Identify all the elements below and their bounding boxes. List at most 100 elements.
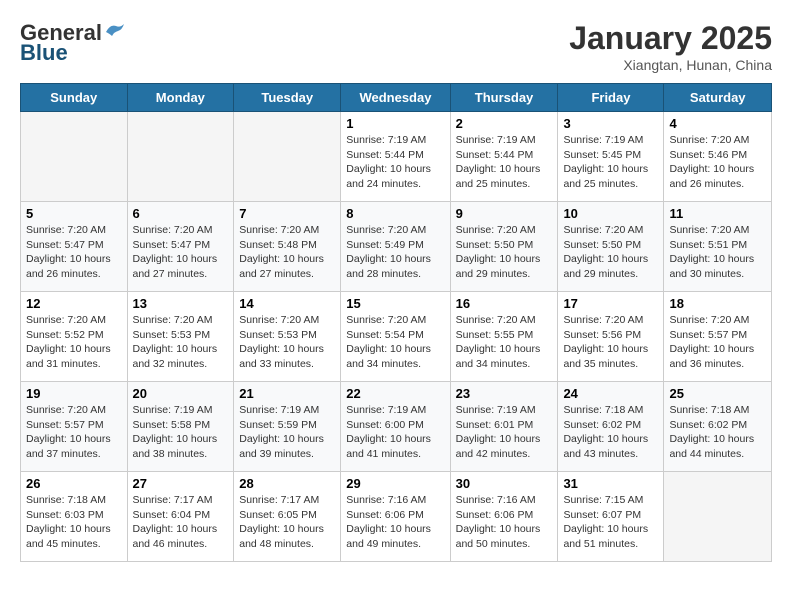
calendar-cell: 20 Sunrise: 7:19 AMSunset: 5:58 PMDayligh…: [127, 382, 234, 472]
weekday-header-row: SundayMondayTuesdayWednesdayThursdayFrid…: [21, 84, 772, 112]
day-number: 5: [26, 206, 122, 221]
calendar-cell: 30Sunrise: 7:16 AMSunset: 6:06 PMDayligh…: [450, 472, 558, 562]
calendar-cell: 29 Sunrise: 7:16 AMSunset: 6:06 PMDayligh…: [341, 472, 450, 562]
day-number: 2: [456, 116, 553, 131]
calendar-cell: 18Sunrise: 7:20 AMSunset: 5:57 PMDayligh…: [664, 292, 772, 382]
day-info: Sunrise: 7:20 AMSunset: 5:46 PMDaylight:…: [669, 133, 766, 192]
day-number: 31: [563, 476, 658, 491]
calendar-cell: 5 Sunrise: 7:20 AMSunset: 5:47 PMDaylight…: [21, 202, 128, 292]
calendar-cell: 23 Sunrise: 7:19 AMSunset: 6:01 PMDayligh…: [450, 382, 558, 472]
day-number: 8: [346, 206, 444, 221]
day-number: 23: [456, 386, 553, 401]
day-number: 13: [133, 296, 229, 311]
day-info: Sunrise: 7:20 AMSunset: 5:57 PMDaylight:…: [26, 403, 122, 462]
day-info: Sunrise: 7:20 AMSunset: 5:55 PMDaylight:…: [456, 313, 553, 372]
day-info: Sunrise: 7:20 AMSunset: 5:57 PMDaylight:…: [669, 313, 766, 372]
day-info: Sunrise: 7:20 AMSunset: 5:50 PMDaylight:…: [563, 223, 658, 282]
day-info: Sunrise: 7:20 AMSunset: 5:49 PMDaylight:…: [346, 223, 444, 282]
calendar-week-4: 19 Sunrise: 7:20 AMSunset: 5:57 PMDayligh…: [21, 382, 772, 472]
day-number: 26: [26, 476, 122, 491]
calendar-cell: 26 Sunrise: 7:18 AMSunset: 6:03 PMDayligh…: [21, 472, 128, 562]
weekday-header-monday: Monday: [127, 84, 234, 112]
day-number: 10: [563, 206, 658, 221]
day-info: Sunrise: 7:20 AMSunset: 5:54 PMDaylight:…: [346, 313, 444, 372]
day-info: Sunrise: 7:19 AMSunset: 5:44 PMDaylight:…: [346, 133, 444, 192]
day-info: Sunrise: 7:20 AMSunset: 5:50 PMDaylight:…: [456, 223, 553, 282]
day-number: 9: [456, 206, 553, 221]
calendar-cell: 8 Sunrise: 7:20 AMSunset: 5:49 PMDaylight…: [341, 202, 450, 292]
day-info: Sunrise: 7:16 AMSunset: 6:06 PMDaylight:…: [346, 493, 444, 552]
day-info: Sunrise: 7:20 AMSunset: 5:56 PMDaylight:…: [563, 313, 658, 372]
calendar-cell: 13 Sunrise: 7:20 AMSunset: 5:53 PMDayligh…: [127, 292, 234, 382]
calendar-cell: 15 Sunrise: 7:20 AMSunset: 5:54 PMDayligh…: [341, 292, 450, 382]
calendar-week-5: 26 Sunrise: 7:18 AMSunset: 6:03 PMDayligh…: [21, 472, 772, 562]
weekday-header-saturday: Saturday: [664, 84, 772, 112]
calendar-cell: [664, 472, 772, 562]
day-number: 16: [456, 296, 553, 311]
day-number: 11: [669, 206, 766, 221]
day-number: 20: [133, 386, 229, 401]
day-number: 6: [133, 206, 229, 221]
calendar-cell: 6 Sunrise: 7:20 AMSunset: 5:47 PMDaylight…: [127, 202, 234, 292]
day-info: Sunrise: 7:17 AMSunset: 6:05 PMDaylight:…: [239, 493, 335, 552]
day-info: Sunrise: 7:18 AMSunset: 6:03 PMDaylight:…: [26, 493, 122, 552]
calendar-cell: 9 Sunrise: 7:20 AMSunset: 5:50 PMDaylight…: [450, 202, 558, 292]
calendar-week-3: 12Sunrise: 7:20 AMSunset: 5:52 PMDayligh…: [21, 292, 772, 382]
calendar-cell: [127, 112, 234, 202]
day-info: Sunrise: 7:20 AMSunset: 5:48 PMDaylight:…: [239, 223, 335, 282]
day-info: Sunrise: 7:20 AMSunset: 5:53 PMDaylight:…: [133, 313, 229, 372]
calendar-week-1: 1 Sunrise: 7:19 AMSunset: 5:44 PMDaylight…: [21, 112, 772, 202]
day-number: 24: [563, 386, 658, 401]
calendar-cell: 2 Sunrise: 7:19 AMSunset: 5:44 PMDaylight…: [450, 112, 558, 202]
day-info: Sunrise: 7:19 AMSunset: 5:58 PMDaylight:…: [133, 403, 229, 462]
day-info: Sunrise: 7:19 AMSunset: 5:45 PMDaylight:…: [563, 133, 658, 192]
calendar-week-2: 5 Sunrise: 7:20 AMSunset: 5:47 PMDaylight…: [21, 202, 772, 292]
day-number: 7: [239, 206, 335, 221]
day-number: 17: [563, 296, 658, 311]
day-info: Sunrise: 7:19 AMSunset: 6:00 PMDaylight:…: [346, 403, 444, 462]
calendar-cell: [21, 112, 128, 202]
day-number: 19: [26, 386, 122, 401]
calendar-table: SundayMondayTuesdayWednesdayThursdayFrid…: [20, 83, 772, 562]
calendar-cell: 27Sunrise: 7:17 AMSunset: 6:04 PMDayligh…: [127, 472, 234, 562]
location-subtitle: Xiangtan, Hunan, China: [569, 57, 772, 73]
day-info: Sunrise: 7:20 AMSunset: 5:47 PMDaylight:…: [26, 223, 122, 282]
calendar-cell: 1 Sunrise: 7:19 AMSunset: 5:44 PMDaylight…: [341, 112, 450, 202]
day-info: Sunrise: 7:19 AMSunset: 6:01 PMDaylight:…: [456, 403, 553, 462]
calendar-cell: 17 Sunrise: 7:20 AMSunset: 5:56 PMDayligh…: [558, 292, 664, 382]
day-info: Sunrise: 7:20 AMSunset: 5:52 PMDaylight:…: [26, 313, 122, 372]
day-info: Sunrise: 7:17 AMSunset: 6:04 PMDaylight:…: [133, 493, 229, 552]
weekday-header-sunday: Sunday: [21, 84, 128, 112]
day-number: 4: [669, 116, 766, 131]
day-number: 29: [346, 476, 444, 491]
calendar-cell: 10 Sunrise: 7:20 AMSunset: 5:50 PMDayligh…: [558, 202, 664, 292]
calendar-cell: 24 Sunrise: 7:18 AMSunset: 6:02 PMDayligh…: [558, 382, 664, 472]
day-info: Sunrise: 7:20 AMSunset: 5:47 PMDaylight:…: [133, 223, 229, 282]
calendar-cell: 7 Sunrise: 7:20 AMSunset: 5:48 PMDaylight…: [234, 202, 341, 292]
day-info: Sunrise: 7:20 AMSunset: 5:53 PMDaylight:…: [239, 313, 335, 372]
day-number: 15: [346, 296, 444, 311]
day-number: 1: [346, 116, 444, 131]
day-number: 21: [239, 386, 335, 401]
day-number: 22: [346, 386, 444, 401]
weekday-header-tuesday: Tuesday: [234, 84, 341, 112]
calendar-cell: 21Sunrise: 7:19 AMSunset: 5:59 PMDayligh…: [234, 382, 341, 472]
day-number: 30: [456, 476, 553, 491]
day-info: Sunrise: 7:18 AMSunset: 6:02 PMDaylight:…: [669, 403, 766, 462]
day-info: Sunrise: 7:19 AMSunset: 5:44 PMDaylight:…: [456, 133, 553, 192]
calendar-cell: [234, 112, 341, 202]
day-number: 25: [669, 386, 766, 401]
day-number: 28: [239, 476, 335, 491]
logo-blue-text: Blue: [20, 40, 68, 66]
calendar-cell: 4 Sunrise: 7:20 AMSunset: 5:46 PMDaylight…: [664, 112, 772, 202]
month-title: January 2025: [569, 20, 772, 57]
calendar-cell: 31Sunrise: 7:15 AMSunset: 6:07 PMDayligh…: [558, 472, 664, 562]
weekday-header-thursday: Thursday: [450, 84, 558, 112]
weekday-header-friday: Friday: [558, 84, 664, 112]
calendar-cell: 16 Sunrise: 7:20 AMSunset: 5:55 PMDayligh…: [450, 292, 558, 382]
calendar-cell: 11Sunrise: 7:20 AMSunset: 5:51 PMDayligh…: [664, 202, 772, 292]
calendar-cell: 28 Sunrise: 7:17 AMSunset: 6:05 PMDayligh…: [234, 472, 341, 562]
calendar-cell: 12Sunrise: 7:20 AMSunset: 5:52 PMDayligh…: [21, 292, 128, 382]
logo: General Blue: [20, 20, 126, 66]
day-info: Sunrise: 7:18 AMSunset: 6:02 PMDaylight:…: [563, 403, 658, 462]
